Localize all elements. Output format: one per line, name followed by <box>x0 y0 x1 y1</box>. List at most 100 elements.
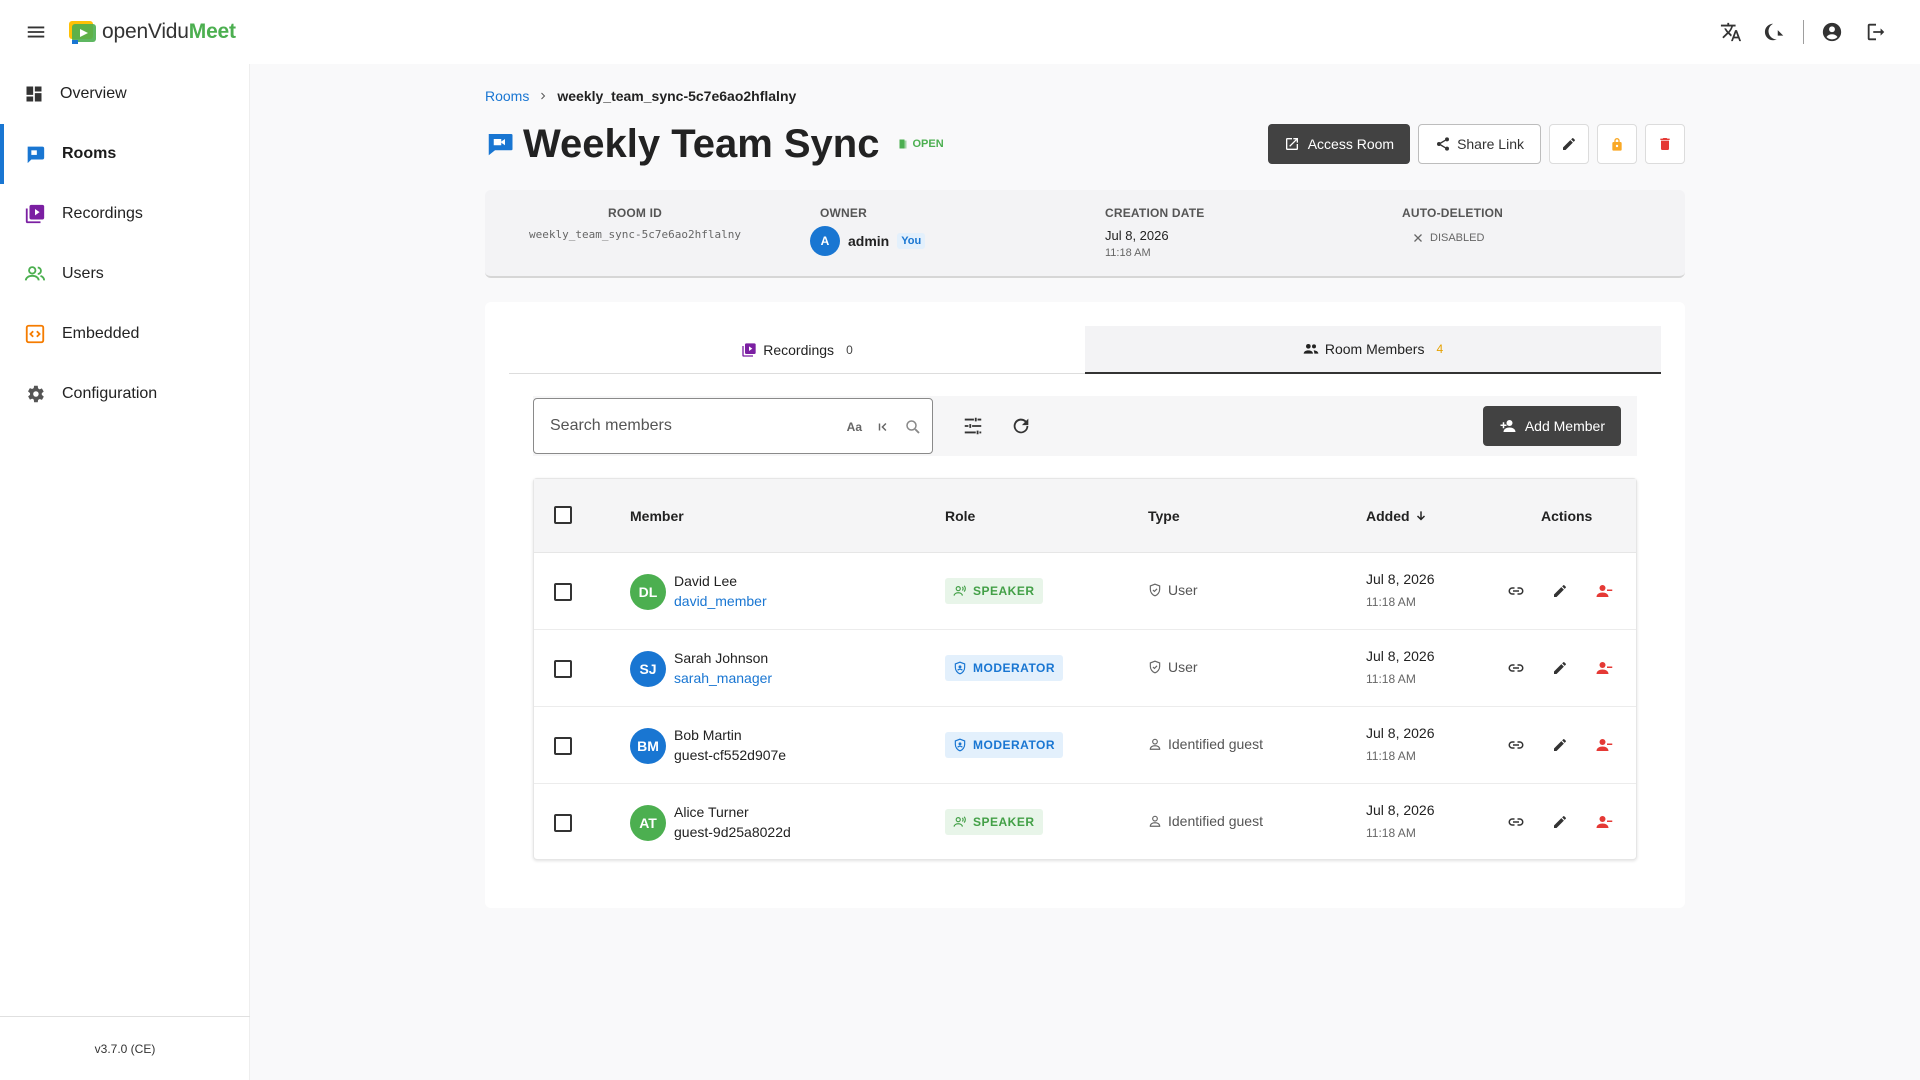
edit-member-icon[interactable] <box>1548 733 1572 757</box>
row-checkbox[interactable] <box>554 583 572 601</box>
avatar: SJ <box>630 651 666 687</box>
sidebar-item-configuration[interactable]: Configuration <box>0 364 249 424</box>
column-header-role[interactable]: Role <box>945 508 975 524</box>
table-row[interactable]: DL David Lee david_member SPEAKER User Jul 8,… <box>534 553 1636 630</box>
sidebar-item-embedded[interactable]: Embedded <box>0 304 249 364</box>
match-case-toggle[interactable]: Aa <box>847 420 862 434</box>
sidebar-item-label: Recordings <box>62 205 143 222</box>
owner-label: OWNER <box>820 206 867 220</box>
remove-member-icon[interactable] <box>1592 810 1616 834</box>
add-member-label: Add Member <box>1524 418 1605 434</box>
sidebar-item-users[interactable]: Users <box>0 244 249 304</box>
refresh-icon[interactable] <box>1001 406 1041 446</box>
row-checkbox[interactable] <box>554 737 572 755</box>
member-type-label: User <box>1168 659 1198 675</box>
share-link-button[interactable]: Share Link <box>1418 124 1541 164</box>
logout-icon[interactable] <box>1856 12 1896 52</box>
copy-link-icon[interactable] <box>1504 656 1528 680</box>
member-type-label: Identified guest <box>1168 736 1263 752</box>
first-page-icon[interactable] <box>876 420 890 434</box>
sidebar: Overview Rooms Recordings Users Embedded… <box>0 64 250 1080</box>
member-username[interactable]: sarah_manager <box>674 670 772 686</box>
access-room-button[interactable]: Access Room <box>1267 124 1411 164</box>
avatar: DL <box>630 574 666 610</box>
add-member-button[interactable]: Add Member <box>1482 406 1621 446</box>
table-row[interactable]: SJ Sarah Johnson sarah_manager MODERATOR Use… <box>534 630 1636 707</box>
select-all-checkbox[interactable] <box>554 506 572 524</box>
copy-link-icon[interactable] <box>1504 733 1528 757</box>
breadcrumb-rooms-link[interactable]: Rooms <box>485 88 529 104</box>
app-version: v3.7.0 (CE) <box>0 1016 250 1080</box>
member-username[interactable]: david_member <box>674 593 767 609</box>
added-time: 11:18 AM <box>1366 595 1416 609</box>
sidebar-item-recordings[interactable]: Recordings <box>0 184 249 244</box>
room-icon <box>488 134 513 156</box>
lock-room-button[interactable] <box>1597 124 1637 164</box>
copy-link-icon[interactable] <box>1504 810 1528 834</box>
translate-icon[interactable] <box>1711 12 1751 52</box>
account-icon[interactable] <box>1812 12 1852 52</box>
tab-label: Room Members <box>1324 341 1425 357</box>
member-type-label: User <box>1168 582 1198 598</box>
column-header-member[interactable]: Member <box>630 508 684 524</box>
member-type: User <box>1148 659 1198 675</box>
gear-icon <box>28 385 44 403</box>
filter-settings-icon[interactable] <box>953 406 993 446</box>
members-toolbar: Aa Add Member <box>533 396 1637 456</box>
column-header-type[interactable]: Type <box>1148 508 1180 524</box>
users-icon <box>24 266 46 281</box>
menu-icon[interactable] <box>16 12 56 52</box>
room-info-card: ROOM ID weekly_team_sync-5c7e6ao2hflalny… <box>485 190 1685 278</box>
trash-icon <box>1660 138 1670 150</box>
column-header-added[interactable]: Added <box>1366 508 1428 524</box>
added-time: 11:18 AM <box>1366 749 1416 763</box>
remove-member-icon[interactable] <box>1592 733 1616 757</box>
room-header: Weekly Team Sync OPEN Access Room Share … <box>485 116 1685 172</box>
embedded-icon <box>25 324 45 344</box>
shield-person-icon <box>954 738 966 752</box>
delete-room-button[interactable] <box>1645 124 1685 164</box>
sidebar-item-label: Configuration <box>62 385 158 402</box>
creation-date-value: Jul 8, 2026 <box>1105 228 1169 243</box>
search-icon[interactable] <box>904 418 922 436</box>
door-open-icon <box>899 139 907 149</box>
tab-room-members[interactable]: Room Members 4 <box>1085 326 1661 374</box>
role-label: MODERATOR <box>973 738 1056 752</box>
room-id-section: ROOM ID weekly_team_sync-5c7e6ao2hflalny <box>485 190 785 276</box>
edit-member-icon[interactable] <box>1548 810 1572 834</box>
search-input[interactable] <box>550 417 820 435</box>
edit-room-button[interactable] <box>1549 124 1589 164</box>
tab-count: 4 <box>1436 342 1444 356</box>
edit-member-icon[interactable] <box>1548 579 1572 603</box>
app-logo[interactable]: openViduMeet <box>68 19 236 45</box>
auto-deletion-section: AUTO-DELETION DISABLED <box>1382 190 1562 276</box>
row-checkbox[interactable] <box>554 814 572 832</box>
tab-recordings[interactable]: Recordings 0 <box>509 326 1085 374</box>
edit-member-icon[interactable] <box>1548 656 1572 680</box>
group-icon <box>1303 344 1319 354</box>
verified-user-icon <box>1149 660 1161 674</box>
member-name: Alice Turner <box>674 804 749 820</box>
theme-toggle-icon[interactable] <box>1755 12 1795 52</box>
row-checkbox[interactable] <box>554 660 572 678</box>
auto-deletion-label: AUTO-DELETION <box>1402 206 1504 220</box>
auto-deletion-value: DISABLED <box>1430 232 1485 244</box>
sidebar-item-overview[interactable]: Overview <box>0 64 249 124</box>
remove-member-icon[interactable] <box>1592 656 1616 680</box>
room-id-value[interactable]: weekly_team_sync-5c7e6ao2hflalny <box>485 228 785 241</box>
search-box: Aa <box>533 398 933 454</box>
sidebar-item-rooms[interactable]: Rooms <box>0 124 249 184</box>
access-room-label: Access Room <box>1307 136 1395 152</box>
member-type-label: Identified guest <box>1168 813 1263 829</box>
remove-member-icon[interactable] <box>1592 579 1616 603</box>
member-type: User <box>1148 582 1198 598</box>
person-outline-icon <box>1149 815 1161 827</box>
copy-link-icon[interactable] <box>1504 579 1528 603</box>
chevron-right-icon <box>541 92 546 100</box>
avatar: AT <box>630 805 666 841</box>
member-username: guest-9d25a8022d <box>674 824 791 840</box>
added-date: Jul 8, 2026 <box>1366 725 1435 741</box>
table-row[interactable]: BM Bob Martin guest-cf552d907e MODERATOR Ide… <box>534 707 1636 784</box>
avatar: A <box>810 226 840 256</box>
table-row[interactable]: AT Alice Turner guest-9d25a8022d SPEAKER Ide… <box>534 784 1636 861</box>
